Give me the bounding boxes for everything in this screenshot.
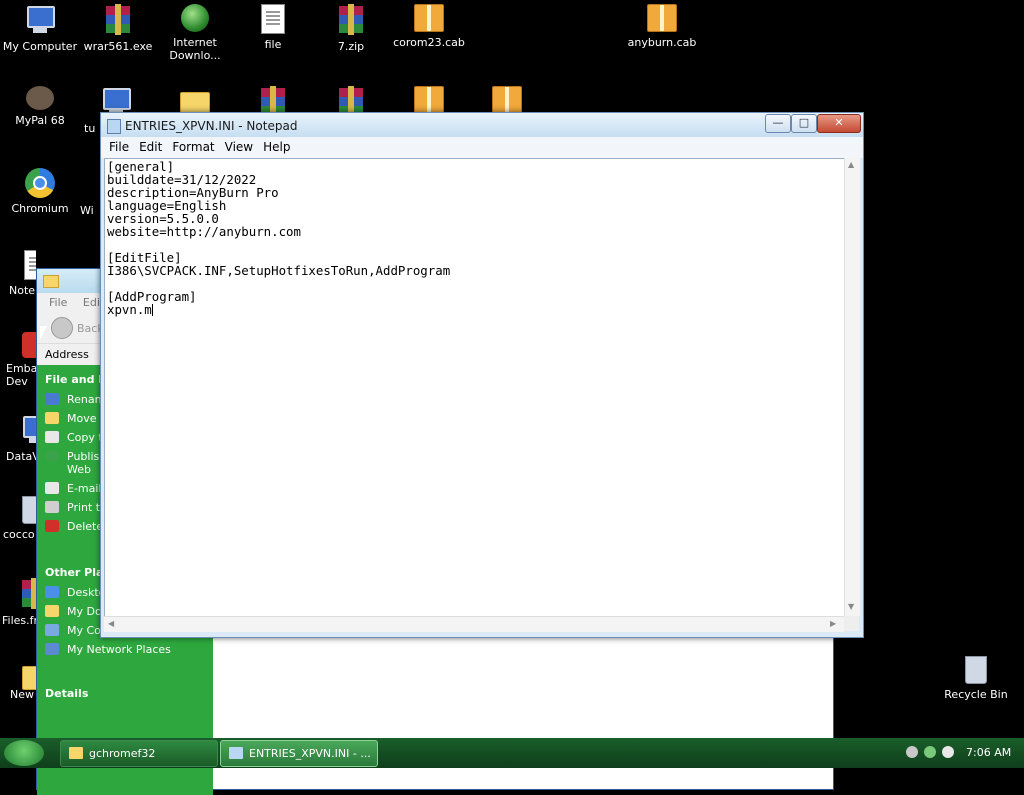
desktop-icon-corom23[interactable]: corom23.cab [389, 4, 469, 49]
menu-file[interactable]: File [105, 137, 135, 158]
desktop-icon-wi[interactable]: Wi [80, 168, 100, 217]
editor-text: [general] builddate=31/12/2022 descripti… [105, 159, 845, 317]
scroll-up-arrow-icon[interactable]: ▲ [848, 160, 854, 169]
delete-x-icon [45, 520, 59, 532]
resize-grip[interactable] [844, 616, 859, 631]
taskbar-button-notepad[interactable]: ENTRIES_XPVN.INI - ... [220, 740, 378, 767]
notepad-titlebar[interactable]: ENTRIES_XPVN.INI - Notepad — □ ✕ [101, 113, 863, 137]
notepad-icon [229, 747, 243, 759]
move-icon [45, 412, 59, 424]
email-icon [45, 482, 59, 494]
folder-icon [22, 666, 36, 690]
globe-icon [45, 450, 59, 462]
desktop-icon-wrar561[interactable]: wrar561.exe [78, 4, 158, 53]
volume-icon[interactable] [942, 746, 954, 758]
details-header[interactable]: Details [37, 659, 213, 704]
menu-view[interactable]: View [221, 137, 259, 158]
desktop-icon-internet-download[interactable]: Internet Downlo... [155, 4, 235, 62]
place-my-network[interactable]: My Network Places [37, 640, 213, 659]
desktop-icon-datav[interactable]: DataV [0, 414, 36, 463]
notepad-icon [107, 119, 121, 134]
desktop-icon-7zip[interactable]: 7.zip [311, 4, 391, 53]
network-icon [45, 643, 59, 655]
desktop-icon [45, 586, 59, 598]
notepad-menubar: File Edit Format View Help [101, 137, 863, 158]
application-icon [22, 496, 36, 524]
winrar-icon [18, 578, 36, 610]
winrar-icon [335, 4, 367, 36]
recycle-bin-icon [965, 656, 987, 684]
scroll-left-arrow-icon[interactable]: ◀ [108, 619, 114, 628]
folder-icon [43, 275, 59, 288]
clock[interactable]: 7:06 AM [966, 746, 1011, 759]
winrar-icon [102, 4, 134, 36]
explorer-menu-file[interactable]: File [49, 296, 67, 309]
taskbar-button-gchromef32[interactable]: gchromef32 [60, 740, 218, 767]
close-button[interactable]: ✕ [817, 114, 861, 133]
printer-icon [45, 501, 59, 513]
minimize-button[interactable]: — [765, 114, 791, 133]
desktop-icon-my-computer[interactable]: My Computer [0, 4, 80, 53]
desktop-icon-cocco[interactable]: cocco [0, 496, 36, 541]
database-icon [20, 414, 36, 446]
start-button[interactable] [4, 740, 44, 766]
desktop-icon-chromium[interactable]: Chromium [0, 168, 80, 215]
editor-line: xpvn.m [107, 302, 152, 317]
desktop-icon-anyburn-cab[interactable]: anyburn.cab [622, 4, 702, 49]
desktop-icon-mypal[interactable]: MyPal 68 [0, 86, 80, 127]
desktop-icon-emba-dev[interactable]: Emba Dev [0, 332, 36, 388]
cab-archive-icon [492, 86, 522, 114]
cab-archive-icon [647, 4, 677, 32]
tray-app-icon[interactable] [906, 746, 918, 758]
editor-line: website=http://anyburn.com [107, 224, 301, 239]
text-editor-area[interactable]: [general] builddate=31/12/2022 descripti… [104, 158, 846, 618]
text-file-icon [261, 4, 285, 34]
copy-icon [45, 431, 59, 443]
explorer-menu-edit[interactable]: Edi [83, 296, 100, 309]
maximize-button[interactable]: □ [791, 114, 817, 133]
horizontal-scrollbar[interactable]: ◀ ▶ [104, 616, 844, 632]
globe-icon [181, 4, 209, 32]
desktop-icon-recycle-bin[interactable]: Recycle Bin [936, 656, 1016, 701]
menu-edit[interactable]: Edit [135, 137, 168, 158]
text-caret [151, 304, 153, 316]
maximize-icon: □ [798, 116, 810, 129]
desktop-icon-tu[interactable]: tu [78, 86, 131, 135]
address-label: Address [45, 348, 89, 361]
notepad-icon [24, 250, 36, 280]
desktop-icon-file[interactable]: file [233, 4, 313, 51]
vertical-scrollbar[interactable]: ▲ ▼ [844, 158, 860, 616]
embarcadero-icon [22, 332, 36, 358]
scroll-right-arrow-icon[interactable]: ▶ [830, 619, 836, 628]
mypal-icon [26, 86, 54, 110]
window-title: ENTRIES_XPVN.INI - Notepad [125, 119, 298, 133]
computer-icon [45, 624, 59, 636]
minimize-icon: — [772, 116, 784, 129]
notepad-window[interactable]: ENTRIES_XPVN.INI - Notepad — □ ✕ File Edi… [100, 112, 864, 638]
folder-icon [69, 747, 83, 759]
desktop-icon-folder[interactable] [155, 86, 235, 116]
mouse-pointer-icon [40, 326, 47, 340]
cab-archive-icon [414, 86, 444, 114]
desktop-icon-note[interactable]: Note [0, 250, 36, 297]
editor-line: I386\SVCPACK.INF,SetupHotfixesToRun,AddP… [107, 263, 451, 278]
taskbar: gchromef32 ENTRIES_XPVN.INI - ... 7:06 A… [0, 738, 1024, 768]
rename-icon [45, 393, 59, 405]
scroll-down-arrow-icon[interactable]: ▼ [848, 602, 854, 611]
documents-folder-icon [45, 605, 59, 617]
cab-archive-icon [414, 4, 444, 32]
menu-format[interactable]: Format [168, 137, 220, 158]
desktop-icon-files-fr[interactable]: Files.fr [0, 578, 36, 627]
back-arrow-icon[interactable] [51, 317, 73, 339]
menu-help[interactable]: Help [259, 137, 296, 158]
tray-network-icon[interactable] [924, 746, 936, 758]
computer-icon [24, 4, 56, 36]
desktop-icon-new[interactable]: New [0, 660, 36, 701]
system-tray: 7:06 AM [900, 738, 1024, 768]
close-icon: ✕ [834, 116, 844, 129]
chromium-icon [25, 168, 55, 198]
